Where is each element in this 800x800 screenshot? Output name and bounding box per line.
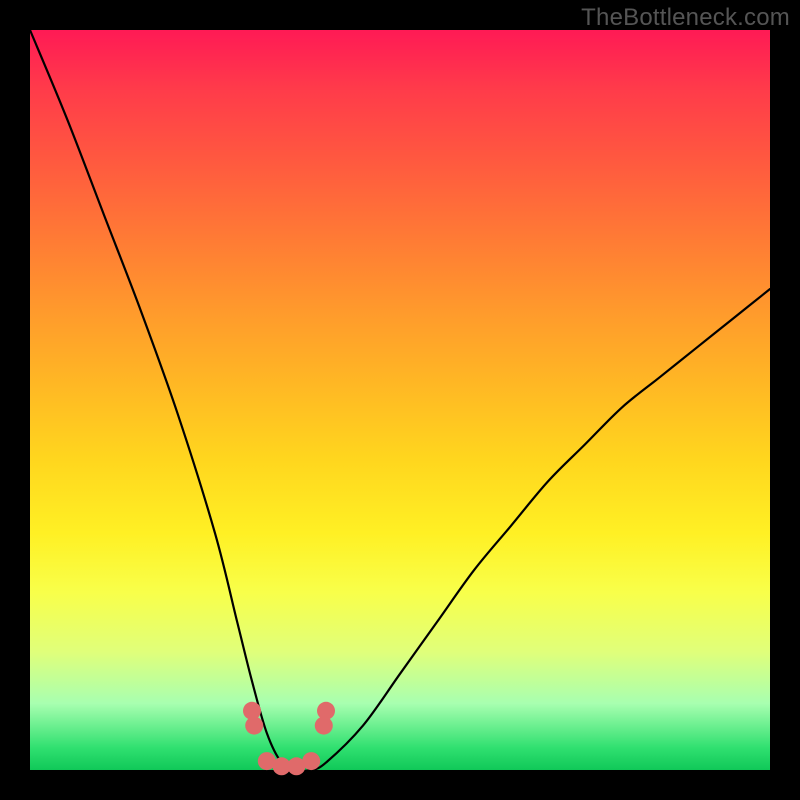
curve-svg — [30, 30, 770, 770]
chart-frame: TheBottleneck.com — [0, 0, 800, 800]
marker-group — [243, 702, 335, 776]
watermark-text: TheBottleneck.com — [581, 4, 790, 32]
bottleneck-curve-path — [30, 30, 770, 771]
curve-marker — [245, 717, 263, 735]
curve-marker — [302, 752, 320, 770]
curve-marker — [317, 702, 335, 720]
plot-area — [30, 30, 770, 770]
